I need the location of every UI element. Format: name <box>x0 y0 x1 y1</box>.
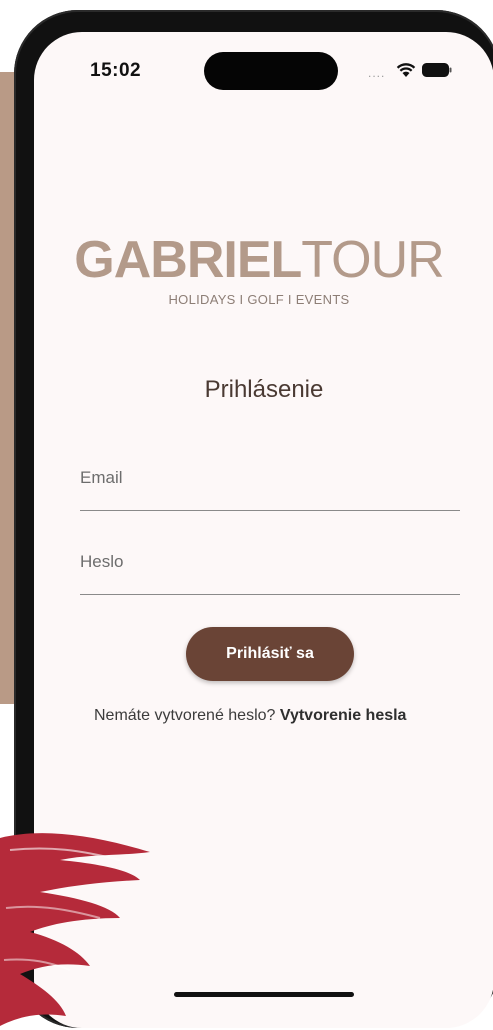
dynamic-island <box>204 52 338 90</box>
login-button[interactable]: Prihlásiť sa <box>186 627 354 681</box>
logo-light-part: TOUR <box>301 231 444 289</box>
brush-stroke-decoration <box>0 833 150 1026</box>
page-title: Prihlásenie <box>204 376 324 403</box>
brand-logo: GABRIELTOUR HOLIDAYS I GOLF I EVENTS <box>64 232 454 307</box>
password-input[interactable] <box>80 534 464 596</box>
app-stage: 15:02 .... GABRIELTOUR HOLIDAYS I GOLF I <box>0 0 493 1030</box>
status-bar: 15:02 .... <box>34 32 493 112</box>
create-password-prompt: Nemáte vytvorené heslo? Vytvorenie hesla <box>94 706 434 726</box>
signal-dots: .... <box>368 66 386 80</box>
home-indicator[interactable] <box>174 992 354 997</box>
email-input[interactable] <box>80 450 464 512</box>
status-time: 15:02 <box>90 60 142 81</box>
logo-bold-part: GABRIEL <box>74 231 302 289</box>
create-password-link[interactable]: Vytvorenie hesla <box>280 707 407 724</box>
email-field[interactable]: Email <box>80 450 464 512</box>
wifi-icon <box>396 63 416 77</box>
logo-wordmark: GABRIELTOUR <box>64 232 454 288</box>
battery-icon <box>422 63 452 77</box>
logo-tagline: HOLIDAYS I GOLF I EVENTS <box>168 292 350 307</box>
password-field[interactable]: Heslo <box>80 534 464 596</box>
no-password-text: Nemáte vytvorené heslo? <box>94 707 280 724</box>
